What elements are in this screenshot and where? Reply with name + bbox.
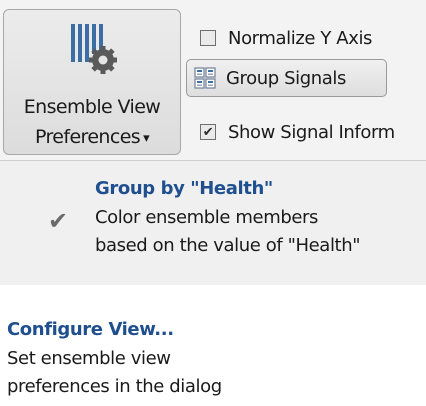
show-signal-information-checkbox[interactable]: ✔ Show Signal Inform (200, 116, 395, 148)
toolstrip: Ensemble View Preferences ▾ Normalize Y A… (0, 0, 426, 160)
normalize-y-axis-label: Normalize Y Axis (228, 27, 373, 49)
configure-view-title: Configure View... (7, 319, 174, 340)
preferences-dropdown-menu: ✔ Group by "Health" Color ensemble membe… (0, 160, 426, 406)
checkbox-unchecked-icon[interactable] (200, 30, 216, 46)
group-by-desc-line2: based on the value of "Health" (95, 235, 361, 256)
configure-desc-line1: Set ensemble view (7, 348, 171, 369)
configure-desc-line2: preferences in the dialog (7, 376, 222, 397)
menu-item-configure-view[interactable]: Configure View... Set ensemble view pref… (0, 285, 426, 406)
show-signal-information-label: Show Signal Inform (228, 121, 395, 143)
configure-view-description: Set ensemble view preferences in the dia… (7, 345, 222, 401)
preferences-label: Preferences (34, 126, 141, 148)
caret-down-icon: ▾ (143, 131, 150, 146)
preferences-label-row: Preferences ▾ (4, 126, 180, 148)
grid-icon (194, 67, 216, 89)
ensemble-view-preferences-button[interactable]: Ensemble View Preferences ▾ (3, 9, 181, 155)
menu-item-group-by-health[interactable]: ✔ Group by "Health" Color ensemble membe… (0, 161, 426, 285)
group-by-description: Color ensemble members based on the valu… (95, 204, 360, 260)
checkmark-icon: ✔ (48, 207, 69, 235)
checkbox-checked-icon[interactable]: ✔ (200, 124, 216, 140)
group-by-title: Group by "Health" (95, 178, 273, 199)
group-by-desc-line1: Color ensemble members (95, 207, 319, 228)
group-signals-label: Group Signals (226, 67, 346, 89)
ensemble-view-label: Ensemble View (23, 96, 161, 118)
group-signals-button[interactable]: Group Signals (186, 59, 387, 97)
ensemble-gear-icon (71, 24, 117, 74)
normalize-y-axis-checkbox[interactable]: Normalize Y Axis (200, 22, 372, 54)
